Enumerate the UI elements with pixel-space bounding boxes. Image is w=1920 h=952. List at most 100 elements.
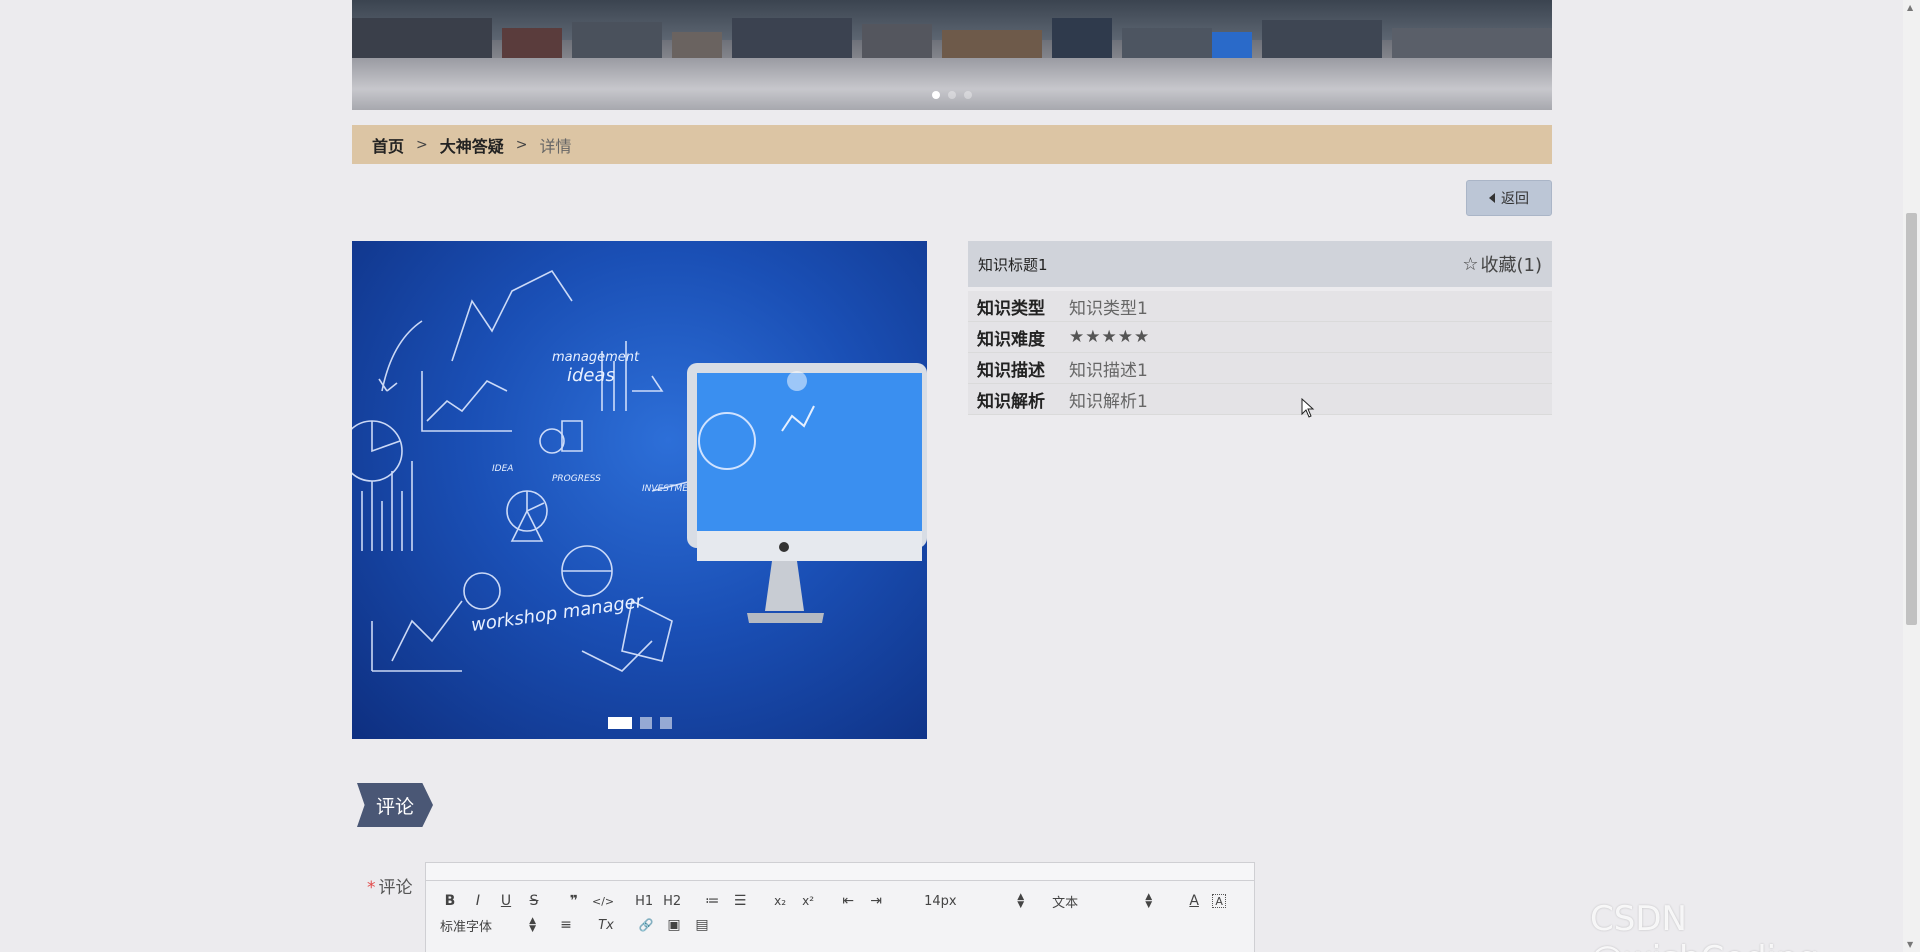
svg-text:ideas: ideas — [567, 365, 615, 386]
bold-button[interactable]: B — [440, 891, 460, 911]
detail-row-label: 知识难度 — [977, 329, 1045, 350]
svg-text:IDEA: IDEA — [492, 464, 513, 474]
select-arrows-icon: ▲ ▼ — [529, 916, 536, 934]
banner-building — [352, 18, 492, 58]
select-arrows-icon: ▲ ▼ — [1145, 892, 1153, 910]
subscript-button[interactable]: x₂ — [770, 891, 790, 911]
quote-button[interactable]: ❞ — [564, 891, 584, 911]
svg-text:workshop manager: workshop manager — [470, 591, 646, 636]
scrollbar-thumb[interactable] — [1906, 213, 1917, 625]
detail-image-carousel: management ideas workshop manager succes… — [352, 241, 927, 739]
image-pager-dot[interactable] — [639, 717, 652, 729]
breadcrumb: 首页 > 大神答疑 > 详情 — [352, 125, 1552, 164]
difficulty-stars: ★★★★★ — [1069, 327, 1151, 347]
caret-left-icon — [1489, 193, 1495, 203]
banner-building — [1212, 32, 1252, 58]
breadcrumb-section[interactable]: 大神答疑 — [440, 133, 504, 157]
toolbar-row-1: B I U S ❞ </> H1 H2 ≔ ☰ x₂ x² ⇤ ⇥ 14px ▲… — [440, 889, 1244, 913]
italic-button[interactable]: I — [468, 891, 488, 911]
image-pager-dot[interactable] — [659, 717, 672, 729]
banner-indicators — [352, 91, 1552, 99]
detail-row-value: 知识描述1 — [1069, 360, 1148, 381]
banner-building — [1052, 18, 1112, 58]
ordered-list-button[interactable]: ≔ — [702, 891, 722, 911]
banner-building — [732, 18, 852, 58]
banner-building — [672, 32, 722, 58]
image-button[interactable]: ▣ — [664, 915, 684, 935]
banner-water — [352, 58, 1552, 110]
editor-topbar — [426, 863, 1254, 881]
favorite-label: 收藏(1) — [1480, 255, 1543, 276]
font-size-select[interactable]: 14px ▲ ▼ — [924, 892, 1025, 910]
banner-dot[interactable] — [932, 91, 940, 99]
bullet-list-button[interactable]: ☰ — [730, 891, 750, 911]
scroll-down-icon[interactable]: ▼ — [1907, 940, 1913, 949]
link-button[interactable]: 🔗 — [636, 915, 656, 935]
detail-row-label: 知识解析 — [977, 391, 1045, 412]
banner-building — [502, 28, 562, 58]
knowledge-title: 知识标题1 — [978, 255, 1048, 274]
comment-section-tag: 评论 — [357, 783, 433, 827]
mouse-cursor-icon — [1301, 398, 1315, 418]
indent-button[interactable]: ⇥ — [866, 891, 886, 911]
star-outline-icon: ☆ — [1462, 253, 1479, 275]
banner-building — [1392, 28, 1552, 58]
code-button[interactable]: </> — [592, 891, 614, 911]
comment-field-label: * 评论 — [367, 873, 413, 898]
detail-row-difficulty: 知识难度 ★★★★★ — [968, 322, 1552, 353]
heading2-button[interactable]: H2 — [662, 891, 682, 911]
svg-text:management: management — [552, 350, 640, 365]
underline-button[interactable]: U — [496, 891, 516, 911]
text-style-value: 文本 — [1052, 895, 1079, 911]
banner-building — [1122, 28, 1212, 58]
image-pager-dot[interactable] — [607, 717, 632, 729]
detail-row-value: 知识类型1 — [1069, 298, 1148, 319]
detail-row-analysis: 知识解析 知识解析1 — [968, 384, 1552, 415]
page-scrollbar[interactable]: ▲ ▼ — [1903, 0, 1920, 952]
svg-text:PROGRESS: PROGRESS — [552, 474, 601, 484]
comment-label-text: 评论 — [378, 878, 413, 898]
favorite-button[interactable]: ☆ 收藏(1) — [1462, 251, 1542, 277]
strikethrough-button[interactable]: S — [524, 891, 544, 911]
banner-building — [942, 30, 1042, 58]
image-pager — [352, 717, 927, 729]
editor-toolbar: B I U S ❞ </> H1 H2 ≔ ☰ x₂ x² ⇤ ⇥ 14px ▲… — [426, 881, 1254, 937]
business-sketch-illustration: management ideas workshop manager succes… — [352, 269, 927, 672]
breadcrumb-separator: > — [416, 136, 428, 153]
font-family-value: 标准字体 — [440, 919, 493, 935]
detail-rows: 知识类型 知识类型1 知识难度 ★★★★★ 知识描述 知识描述1 知识解析 知识… — [968, 291, 1552, 415]
outdent-button[interactable]: ⇤ — [838, 891, 858, 911]
heading1-button[interactable]: H1 — [634, 891, 654, 911]
detail-row-description: 知识描述 知识描述1 — [968, 353, 1552, 384]
detail-row-label: 知识类型 — [977, 298, 1045, 319]
background-color-button[interactable]: A — [1212, 894, 1227, 908]
breadcrumb-home[interactable]: 首页 — [372, 133, 404, 157]
detail-row-value: 知识解析1 — [1069, 391, 1148, 412]
breadcrumb-separator: > — [515, 136, 528, 153]
csdn-watermark: CSDN @wishCoding — [1590, 899, 1819, 952]
knowledge-detail-panel: 知识标题1 ☆ 收藏(1) 知识类型 知识类型1 知识难度 ★★★★★ 知识描述… — [968, 241, 1552, 415]
banner-dot[interactable] — [948, 91, 956, 99]
font-color-button[interactable]: A — [1184, 891, 1204, 911]
clear-format-button[interactable]: Tx — [596, 915, 616, 935]
scroll-up-icon[interactable]: ▲ — [1907, 3, 1913, 12]
toolbar-row-2: 标准字体 ▲ ▼ ≡ Tx 🔗 ▣ ▤ — [440, 913, 1244, 937]
font-size-value: 14px — [924, 893, 957, 909]
banner-building — [862, 24, 932, 58]
detail-header: 知识标题1 ☆ 收藏(1) — [968, 241, 1552, 287]
banner-building — [1262, 20, 1382, 58]
superscript-button[interactable]: x² — [798, 891, 818, 911]
select-arrows-icon: ▲ ▼ — [1017, 892, 1025, 910]
font-family-select[interactable]: 标准字体 ▲ ▼ — [440, 916, 536, 935]
video-button[interactable]: ▤ — [692, 915, 712, 935]
breadcrumb-current: 详情 — [539, 136, 572, 156]
monitor-graphic — [687, 363, 927, 623]
top-banner-carousel — [352, 0, 1552, 110]
text-style-select[interactable]: 文本 ▲ ▼ — [1052, 892, 1152, 911]
align-button[interactable]: ≡ — [556, 915, 576, 935]
required-mark: * — [367, 878, 376, 898]
banner-dot[interactable] — [964, 91, 972, 99]
comment-editor: B I U S ❞ </> H1 H2 ≔ ☰ x₂ x² ⇤ ⇥ 14px ▲… — [425, 862, 1255, 952]
back-button[interactable]: 返回 — [1466, 180, 1552, 216]
detail-row-type: 知识类型 知识类型1 — [968, 291, 1552, 322]
